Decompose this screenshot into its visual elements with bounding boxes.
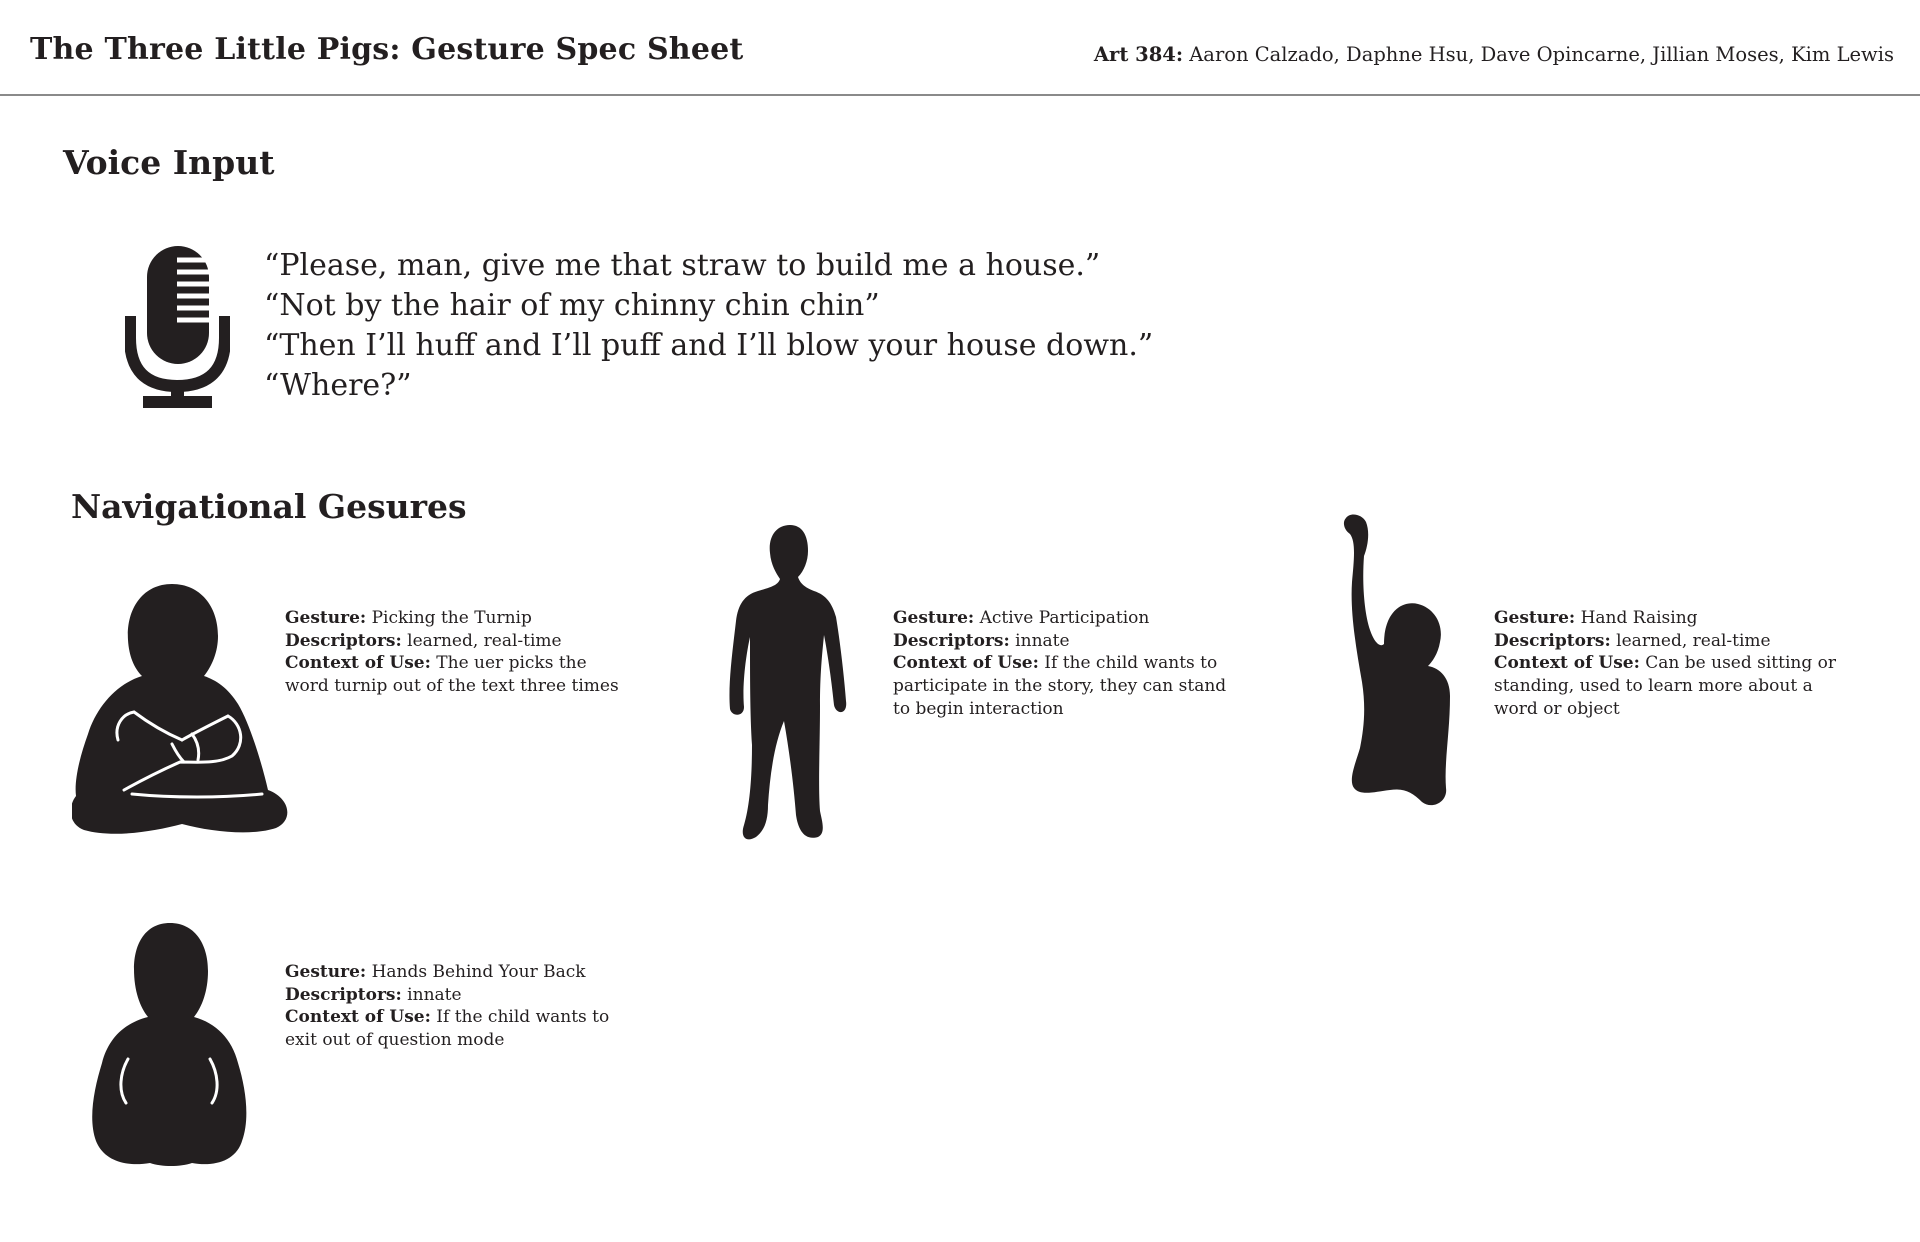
gesture-value: Hand Raising	[1575, 608, 1698, 628]
gesture-card-hand-raising: Gesture: Hand Raising Descriptors: learn…	[1494, 607, 1844, 721]
gesture-descriptors: Descriptors: learned, real-time	[285, 630, 625, 653]
gesture-descriptors: Descriptors: innate	[285, 984, 625, 1007]
document-title: The Three Little Pigs: Gesture Spec Shee…	[30, 32, 744, 67]
gesture-context: Context of Use: If the child wants to ex…	[285, 1006, 625, 1051]
context-label: Context of Use:	[285, 653, 431, 674]
author-list: Aaron Calzado, Daphne Hsu, Dave Opincarn…	[1183, 43, 1894, 66]
credits: Art 384: Aaron Calzado, Daphne Hsu, Dave…	[1094, 43, 1894, 66]
gesture-value: Active Participation	[974, 608, 1150, 628]
gesture-label: Gesture:	[285, 608, 367, 628]
navigational-gestures-heading: Navigational Gesures	[71, 487, 467, 526]
voice-command-line: “Where?”	[264, 368, 412, 403]
gesture-label: Gesture:	[285, 962, 367, 982]
gesture-card-hands-behind-back: Gesture: Hands Behind Your Back Descript…	[285, 961, 625, 1052]
gesture-name: Gesture: Hands Behind Your Back	[285, 961, 625, 984]
gesture-descriptors: Descriptors: learned, real-time	[1494, 630, 1844, 653]
voice-input-heading: Voice Input	[63, 143, 275, 182]
descriptors-label: Descriptors:	[893, 630, 1010, 651]
gesture-name: Gesture: Picking the Turnip	[285, 607, 625, 630]
descriptors-value: learned, real-time	[401, 630, 562, 651]
gesture-context: Context of Use: The uer picks the word t…	[285, 652, 625, 697]
standing-child-silhouette	[729, 525, 847, 840]
descriptors-value: innate	[401, 984, 462, 1005]
gesture-value: Hands Behind Your Back	[366, 962, 586, 982]
descriptors-value: innate	[1009, 630, 1070, 651]
seated-child-silhouette	[72, 584, 288, 834]
microphone-icon	[125, 246, 230, 408]
page-header: The Three Little Pigs: Gesture Spec Shee…	[0, 0, 1920, 96]
voice-command-line: “Not by the hair of my chinny chin chin”	[264, 288, 880, 323]
gesture-label: Gesture:	[893, 608, 975, 628]
voice-commands: “Please, man, give me that straw to buil…	[264, 246, 1153, 406]
hand-raising-silhouette	[1343, 514, 1450, 806]
gesture-label: Gesture:	[1494, 608, 1576, 628]
gesture-context: Context of Use: If the child wants to pa…	[893, 652, 1233, 720]
gesture-descriptors: Descriptors: innate	[893, 630, 1233, 653]
hands-behind-back-silhouette	[92, 923, 247, 1166]
descriptors-label: Descriptors:	[285, 630, 402, 651]
voice-command-line: “Please, man, give me that straw to buil…	[264, 248, 1101, 283]
context-label: Context of Use:	[893, 653, 1039, 674]
gesture-context: Context of Use: Can be used sitting or s…	[1494, 652, 1844, 720]
gesture-card-active-participation: Gesture: Active Participation Descriptor…	[893, 607, 1233, 721]
gesture-card-picking-turnip: Gesture: Picking the Turnip Descriptors:…	[285, 607, 625, 698]
gesture-value: Picking the Turnip	[366, 608, 532, 628]
context-label: Context of Use:	[1494, 653, 1640, 674]
voice-command-line: “Then I’ll huff and I’ll puff and I’ll b…	[264, 328, 1154, 363]
descriptors-label: Descriptors:	[1494, 630, 1611, 651]
context-label: Context of Use:	[285, 1007, 431, 1028]
gesture-name: Gesture: Hand Raising	[1494, 607, 1844, 630]
gesture-name: Gesture: Active Participation	[893, 607, 1233, 630]
descriptors-label: Descriptors:	[285, 984, 402, 1005]
descriptors-value: learned, real-time	[1610, 630, 1771, 651]
course-label: Art 384:	[1093, 43, 1184, 66]
